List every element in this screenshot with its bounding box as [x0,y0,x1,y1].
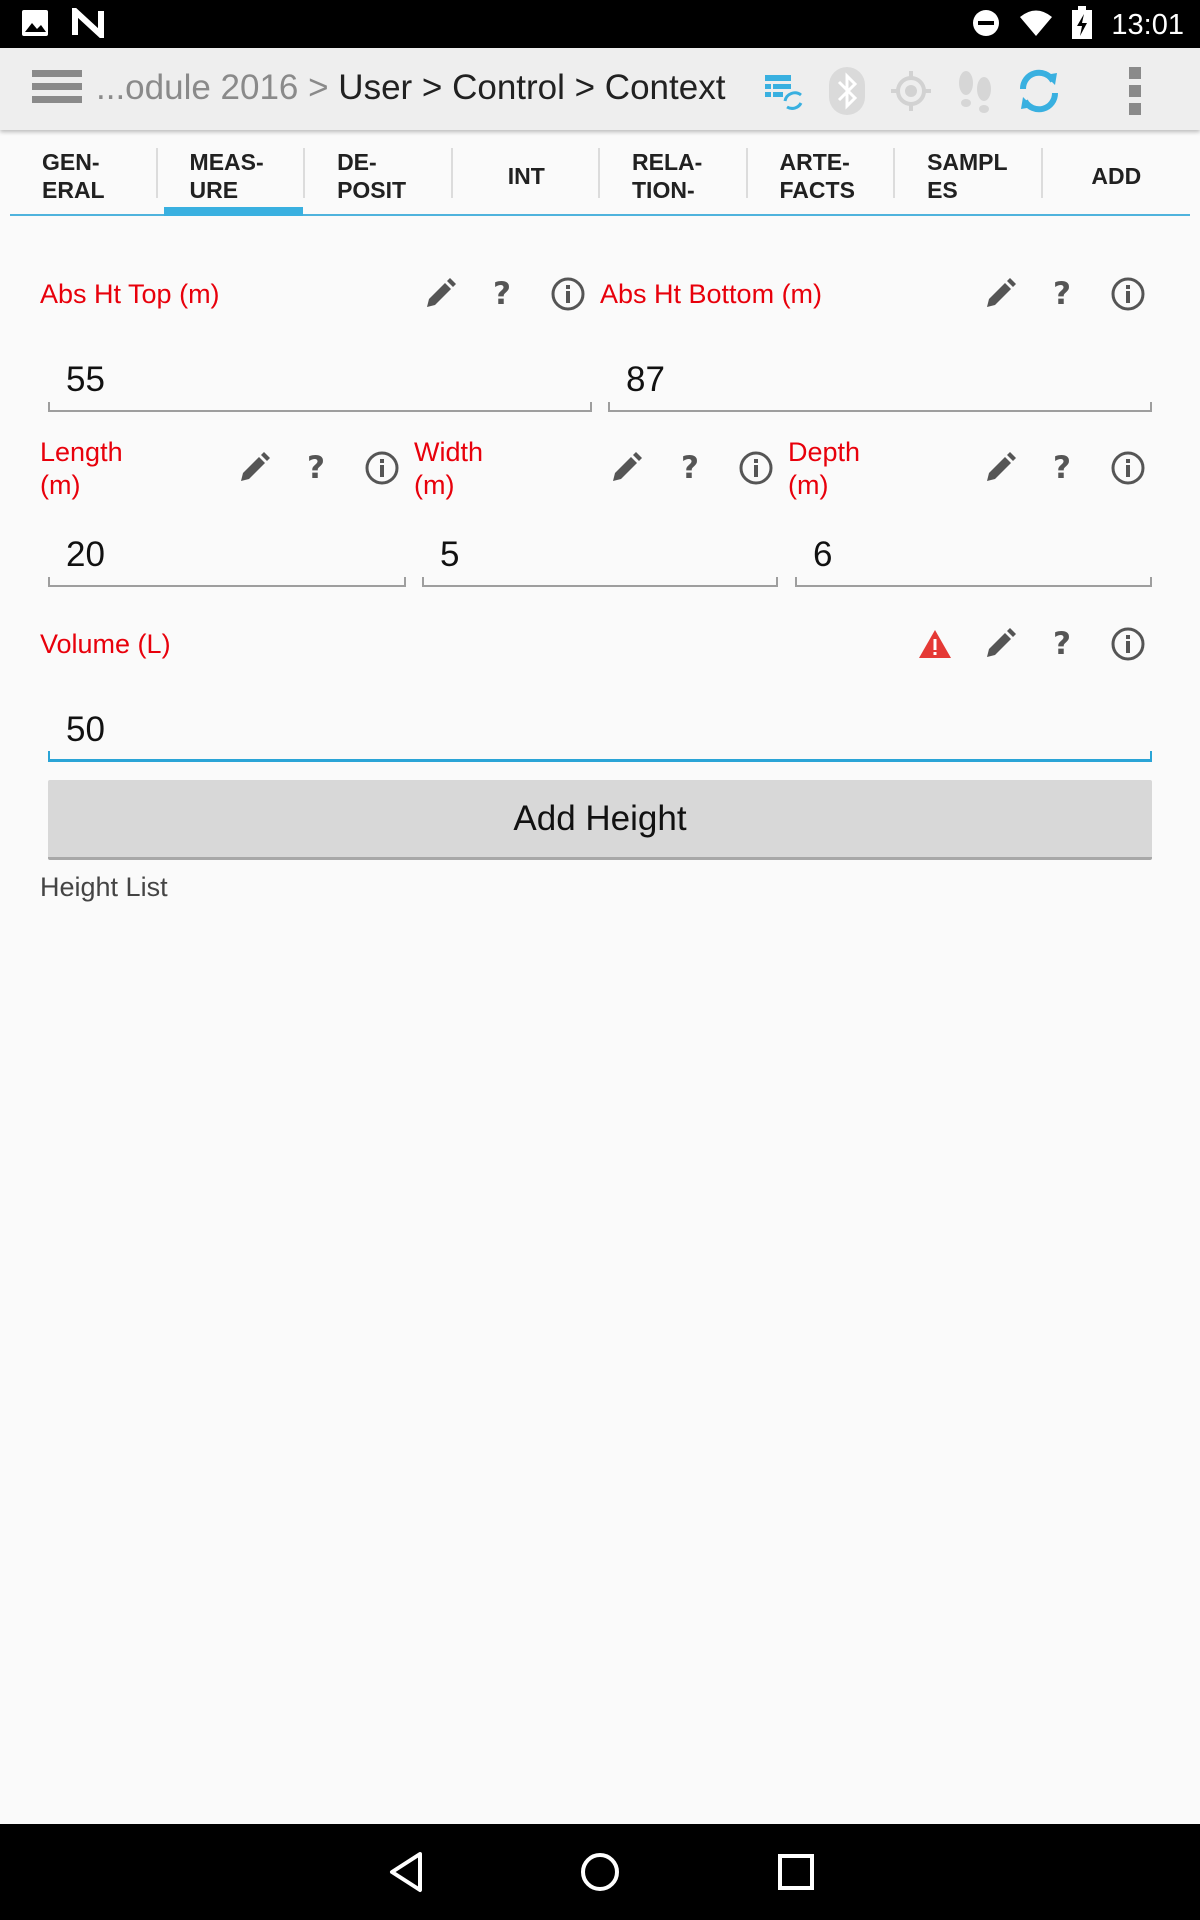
tab-label: DE- POSIT [337,149,407,203]
tab-label: ADD [1091,163,1142,189]
refresh-icon[interactable] [1014,66,1064,116]
abs-ht-bottom-label: Abs Ht Bottom (m) [600,279,823,309]
wifi-icon [1019,8,1053,43]
tab-add[interactable]: ADD [1043,138,1190,214]
info-icon[interactable] [1108,448,1148,488]
info-icon[interactable] [362,448,402,488]
do-not-disturb-icon [971,8,1001,43]
tab-label: ARTE- FACTS [779,149,855,203]
status-bar: 13:01 [0,0,1200,48]
pencil-icon[interactable] [234,448,274,488]
help-icon[interactable]: ? [1042,274,1082,314]
width-label: Width (m) [414,437,484,500]
tab-relation[interactable]: RELA- TION- [600,138,748,214]
gps-target-icon[interactable] [886,66,936,116]
info-icon[interactable] [736,448,776,488]
info-icon[interactable] [548,274,588,314]
breadcrumb-path: User > Control > Context [338,68,726,107]
tab-label: GEN- ERAL [42,149,105,203]
info-icon[interactable] [1108,624,1148,664]
help-icon[interactable]: ? [1042,448,1082,488]
battery-charging-icon [1071,6,1093,45]
volume-input[interactable]: 50 [48,702,1152,762]
action-bar: ...odule 2016 > User > Control > Context [0,48,1200,130]
field-value: 6 [813,535,833,574]
field-value: 5 [440,535,460,574]
recents-icon[interactable] [768,1844,824,1900]
depth-label: Depth (m) [788,437,861,500]
pencil-icon[interactable] [420,274,460,314]
abs-ht-top-input[interactable]: 55 [48,352,592,412]
overflow-menu-icon[interactable] [1110,66,1160,116]
add-height-button[interactable]: Add Height [48,780,1152,860]
bluetooth-icon[interactable] [822,66,872,116]
tab-label: RELA- TION- [632,149,703,203]
tab-label: SAMPL ES [927,149,1008,203]
height-list-label: Height List [40,872,168,902]
tab-label: MEAS- URE [189,149,264,203]
field-value: 55 [66,360,105,399]
depth-input[interactable]: 6 [795,527,1152,587]
active-tab-indicator [163,207,304,216]
tab-general[interactable]: GEN- ERAL [10,138,158,214]
back-icon[interactable] [378,1844,434,1900]
abs-ht-bottom-input[interactable]: 87 [608,352,1152,412]
sync-tables-icon[interactable] [758,66,808,116]
length-input[interactable]: 20 [48,527,406,587]
tab-bar: GEN- ERAL MEAS- URE DE- POSIT INT RELA- … [10,138,1190,216]
tab-samples[interactable]: SAMPL ES [895,138,1043,214]
warning-icon[interactable] [915,624,955,664]
info-icon[interactable] [1108,274,1148,314]
help-icon[interactable]: ? [670,448,710,488]
image-icon [20,8,50,43]
pencil-icon[interactable] [980,274,1020,314]
tab-label: INT [507,163,545,189]
length-label: Length (m) [40,437,123,500]
breadcrumb-prefix: ...odule 2016 > [96,68,329,107]
field-value: 87 [626,360,665,399]
pencil-icon[interactable] [606,448,646,488]
volume-label: Volume (L) [40,629,171,659]
home-icon[interactable] [572,1844,628,1900]
pencil-icon[interactable] [980,448,1020,488]
menu-icon[interactable] [32,70,82,110]
tab-artefacts[interactable]: ARTE- FACTS [748,138,896,214]
tab-deposit[interactable]: DE- POSIT [305,138,453,214]
status-time: 13:01 [1111,9,1184,41]
help-icon[interactable]: ? [482,274,522,314]
abs-ht-top-label: Abs Ht Top (m) [40,279,220,309]
help-icon[interactable]: ? [1042,624,1082,664]
navigation-bar [0,1824,1200,1920]
tab-measure[interactable]: MEAS- URE [158,138,306,216]
help-icon[interactable]: ? [296,448,336,488]
tab-int[interactable]: INT [453,138,600,214]
width-input[interactable]: 5 [422,527,778,587]
n-logo-icon [72,4,104,43]
footsteps-icon[interactable] [950,66,1000,116]
pencil-icon[interactable] [980,624,1020,664]
field-value: 50 [66,710,105,749]
field-value: 20 [66,535,105,574]
breadcrumb[interactable]: ...odule 2016 > User > Control > Context [96,68,725,108]
